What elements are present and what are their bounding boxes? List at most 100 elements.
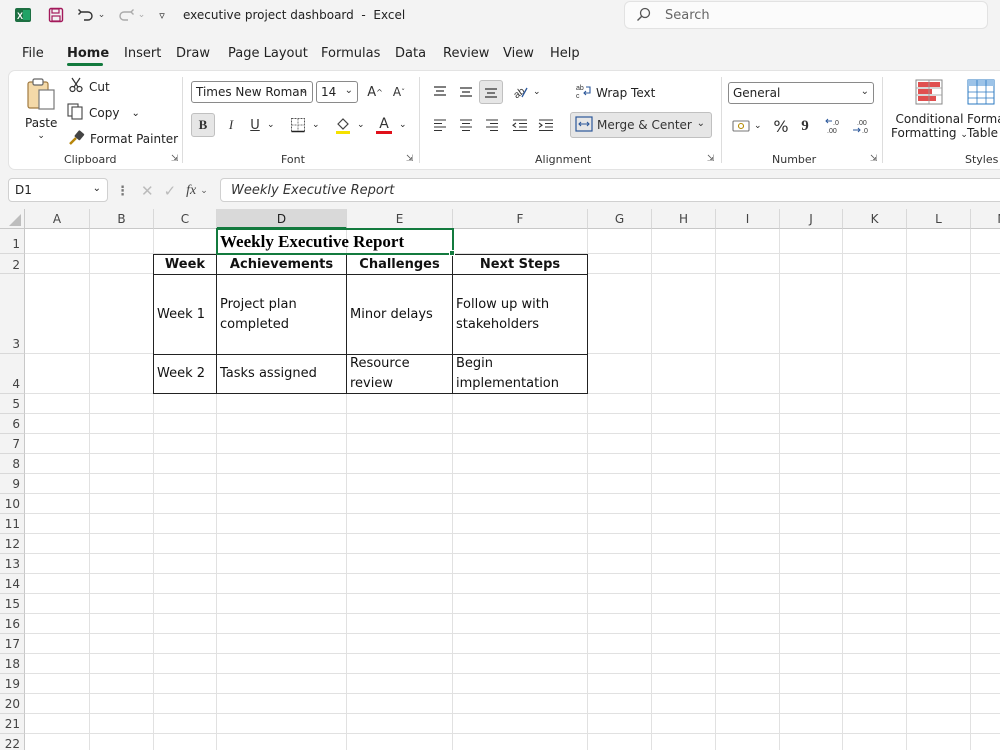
row-header[interactable]: 13 <box>0 554 25 574</box>
formula-input[interactable]: Weekly Executive Report <box>220 178 1000 202</box>
orientation-dropdown-icon[interactable]: ⌄ <box>533 87 541 97</box>
enter-icon[interactable]: ✓ <box>164 182 177 200</box>
font-family-select[interactable]: Times New Roman ⌄ <box>191 81 313 103</box>
more-options-icon[interactable]: ⋮ <box>116 184 129 199</box>
number-launcher-icon[interactable]: ⇲ <box>870 154 878 164</box>
row-header[interactable]: 21 <box>0 714 25 734</box>
merge-center-button[interactable]: Merge & Center ⌄ <box>570 112 712 138</box>
row-header[interactable]: 11 <box>0 514 25 534</box>
underline-dropdown-icon[interactable]: ⌄ <box>267 120 275 130</box>
column-header[interactable]: J <box>780 209 843 229</box>
font-launcher-icon[interactable]: ⇲ <box>406 154 414 164</box>
copy-button[interactable]: Copy ⌄ <box>67 103 140 123</box>
row-header[interactable]: 3 <box>0 274 25 354</box>
save-icon[interactable] <box>44 0 68 30</box>
row-header[interactable]: 9 <box>0 474 25 494</box>
row-header[interactable]: 7 <box>0 434 25 454</box>
wrap-text-button[interactable]: ab c Wrap Text <box>575 83 655 102</box>
table-header-cell[interactable]: Week <box>153 254 217 275</box>
align-top-icon[interactable] <box>429 81 451 103</box>
column-header[interactable]: M <box>971 209 1000 229</box>
underline-button[interactable]: U <box>245 113 265 137</box>
chevron-down-icon[interactable]: ⌄ <box>200 186 208 196</box>
increase-font-size-icon[interactable]: A ^ <box>365 81 385 103</box>
borders-icon[interactable] <box>287 113 309 137</box>
column-header[interactable]: L <box>907 209 971 229</box>
tab-home[interactable]: Home <box>67 46 109 61</box>
table-header-cell[interactable]: Achievements <box>216 254 347 275</box>
table-cell-achievements[interactable]: Project plan completed <box>216 274 347 355</box>
tab-insert[interactable]: Insert <box>124 46 161 61</box>
number-format-select[interactable]: General ⌄ <box>728 82 874 104</box>
tab-page-layout[interactable]: Page Layout <box>228 46 308 61</box>
tab-view[interactable]: View <box>503 46 534 61</box>
column-header[interactable]: I <box>716 209 780 229</box>
format-painter-button[interactable]: Format Painter <box>68 129 178 149</box>
decrease-decimal-icon[interactable]: .00.0 <box>850 114 874 138</box>
align-right-icon[interactable] <box>481 114 503 136</box>
format-as-table-button[interactable]: Format as Table <box>967 79 1000 140</box>
cut-button[interactable]: Cut <box>69 77 110 96</box>
insert-function-button[interactable]: fx <box>186 183 196 199</box>
row-header[interactable]: 16 <box>0 614 25 634</box>
table-cell-week[interactable]: Week 2 <box>153 354 217 394</box>
row-header[interactable]: 5 <box>0 394 25 414</box>
fill-color-dropdown-icon[interactable]: ⌄ <box>357 120 365 130</box>
row-header[interactable]: 17 <box>0 634 25 654</box>
table-cell-next-steps[interactable]: Begin implementation <box>452 354 588 394</box>
decrease-indent-icon[interactable] <box>509 114 531 136</box>
tab-file[interactable]: File <box>22 46 44 61</box>
row-header[interactable]: 2 <box>0 254 25 274</box>
row-header[interactable]: 22 <box>0 734 25 750</box>
tab-review[interactable]: Review <box>443 46 489 61</box>
fill-color-icon[interactable] <box>332 113 354 137</box>
comma-style-button[interactable]: 9 <box>796 114 814 138</box>
row-header[interactable]: 19 <box>0 674 25 694</box>
table-header-cell[interactable]: Challenges <box>346 254 453 275</box>
row-header[interactable]: 4 <box>0 354 25 394</box>
merge-center-dropdown-icon[interactable]: ⌄ <box>697 118 705 129</box>
conditional-formatting-button[interactable]: Conditional Formatting ⌄ <box>891 79 968 140</box>
row-header[interactable]: 10 <box>0 494 25 514</box>
italic-button[interactable]: I <box>221 113 241 137</box>
column-header[interactable]: E <box>347 209 453 229</box>
font-color-button[interactable]: A <box>373 113 395 137</box>
row-header[interactable]: 12 <box>0 534 25 554</box>
table-header-cell[interactable]: Next Steps <box>452 254 588 275</box>
table-cell-challenges[interactable]: Resource review <box>346 354 453 394</box>
increase-decimal-icon[interactable]: .0.00 <box>823 114 847 138</box>
fill-handle[interactable] <box>449 250 455 256</box>
select-all-button[interactable] <box>0 209 25 229</box>
borders-dropdown-icon[interactable]: ⌄ <box>312 120 320 130</box>
paste-button[interactable]: Paste ⌄ <box>25 77 57 141</box>
table-cell-next-steps[interactable]: Follow up with stakeholders <box>452 274 588 355</box>
column-header[interactable]: B <box>90 209 154 229</box>
row-header[interactable]: 20 <box>0 694 25 714</box>
tab-formulas[interactable]: Formulas <box>321 46 380 61</box>
copy-dropdown-icon[interactable]: ⌄ <box>131 108 139 119</box>
column-header[interactable]: C <box>154 209 217 229</box>
cancel-icon[interactable]: ✕ <box>141 182 154 200</box>
column-header[interactable]: H <box>652 209 716 229</box>
search-box[interactable]: Search <box>624 1 988 29</box>
align-left-icon[interactable] <box>429 114 451 136</box>
column-header-selected[interactable]: D <box>217 209 347 229</box>
row-header[interactable]: 8 <box>0 454 25 474</box>
column-header[interactable]: F <box>453 209 588 229</box>
table-cell-achievements[interactable]: Tasks assigned <box>216 354 347 394</box>
accounting-format-icon[interactable] <box>730 115 752 137</box>
row-header[interactable]: 18 <box>0 654 25 674</box>
undo-icon[interactable]: ⌄ <box>74 0 108 30</box>
row-header[interactable]: 6 <box>0 414 25 434</box>
row-header[interactable]: 14 <box>0 574 25 594</box>
name-box[interactable]: D1 ⌄ <box>8 178 108 202</box>
redo-icon[interactable]: ⌄ <box>114 0 148 30</box>
column-header[interactable]: G <box>588 209 652 229</box>
align-center-icon[interactable] <box>455 114 477 136</box>
alignment-launcher-icon[interactable]: ⇲ <box>707 154 715 164</box>
font-size-select[interactable]: 14 ⌄ <box>316 81 358 103</box>
table-cell-week[interactable]: Week 1 <box>153 274 217 355</box>
accounting-dropdown-icon[interactable]: ⌄ <box>754 121 762 131</box>
align-middle-icon[interactable] <box>455 81 477 103</box>
orientation-icon[interactable]: ab <box>509 81 531 103</box>
